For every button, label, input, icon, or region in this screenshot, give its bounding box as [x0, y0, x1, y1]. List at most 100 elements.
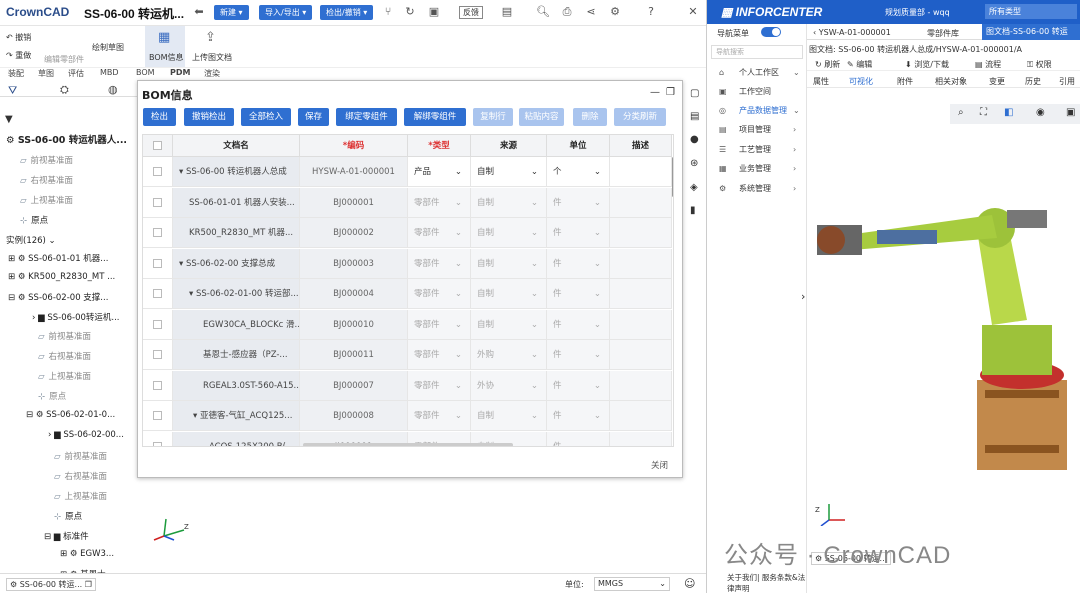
nav-workspace[interactable]: ▣ 工作空间 — [707, 83, 807, 101]
undo-button[interactable]: ↶ 撤销 — [6, 32, 31, 43]
eye-icon[interactable]: ◉ — [1036, 107, 1045, 118]
vertical-scrollbar[interactable] — [672, 157, 673, 197]
tree-top-plane-2[interactable]: ▱ 上视基准面 — [38, 370, 91, 382]
tab-render[interactable]: 渲染 — [204, 68, 220, 79]
book-icon[interactable]: ▮ — [690, 205, 696, 216]
tree-origin-2[interactable]: ⊹ 原点 — [38, 390, 66, 402]
3d-viewer[interactable]: ⌕ ⛶ ◧ ◉ ▣ Z — [807, 90, 1080, 580]
subtab-change[interactable]: 变更 — [989, 76, 1005, 87]
tree-item-3[interactable]: ⊟ ⚙ SS-06-02-00 支撑... — [8, 291, 108, 303]
sketch-button[interactable]: 绘制草图 — [92, 42, 124, 53]
zoom-icon[interactable]: 🔍︎ — [536, 5, 550, 19]
tab-evaluate[interactable]: 评估 — [68, 68, 84, 79]
close-button[interactable]: 关闭 — [651, 459, 668, 471]
nav-project[interactable]: ▤ 项目管理 › — [707, 121, 807, 139]
refresh-action[interactable]: ↻ 刷新 — [815, 59, 840, 70]
tree-front-plane[interactable]: ▱ 前视基准面 — [20, 154, 73, 166]
tab-part-library[interactable]: 零部件库 — [927, 28, 959, 39]
print-icon[interactable]: ⎙ — [560, 5, 574, 19]
undo-checkout-button[interactable]: 撤销检出 — [184, 108, 234, 126]
nav-personal[interactable]: ⌂ 个人工作区 ⌄ — [707, 64, 807, 82]
col-code-header[interactable]: *编码 — [300, 135, 408, 157]
edit-part-button[interactable]: 编辑零部件 — [44, 54, 84, 65]
tab-assembly[interactable]: 装配 — [8, 68, 24, 79]
subtab-history[interactable]: 历史 — [1025, 76, 1041, 87]
tree-root[interactable]: ⚙ SS-06-00 转运机器人... — [6, 132, 127, 146]
nav-product-data[interactable]: ◎ 产品数据管理 ⌄ — [707, 102, 807, 120]
tree-right-plane-3[interactable]: ▱ 右视基准面 — [54, 470, 107, 482]
horizontal-scrollbar[interactable] — [303, 443, 513, 446]
subtab-related[interactable]: 相关对象 — [935, 76, 967, 87]
tab-document[interactable]: 图文档-SS-06-00 转运 — [982, 24, 1080, 40]
restore-icon[interactable]: ❐ — [666, 87, 675, 98]
checkin-all-button[interactable]: 全部检入 — [241, 108, 291, 126]
document-tab[interactable]: ⚙ SS-06-00 转运... ❐ — [6, 578, 96, 591]
row-checkbox[interactable] — [143, 187, 173, 218]
users-icon[interactable]: ☺ — [684, 577, 695, 590]
row-checkbox[interactable] — [143, 309, 173, 340]
tree-item-egw[interactable]: ⊞ ⚙ EGW3... — [60, 549, 114, 559]
col-desc-header[interactable]: 描述 — [610, 135, 672, 157]
settings-icon[interactable]: ▣ — [1066, 107, 1075, 118]
unbind-part-button[interactable]: 解绑零组件 — [404, 108, 466, 126]
refresh-category-button[interactable]: 分类刷新 — [614, 108, 666, 126]
delete-button[interactable]: 删除 — [573, 108, 607, 126]
row-checkbox[interactable] — [143, 218, 173, 248]
tab-bom[interactable]: BOM — [136, 68, 155, 77]
feedback-button[interactable]: 反馈 — [459, 6, 483, 19]
subtab-visualization[interactable]: 可视化 — [849, 76, 873, 87]
nav-system[interactable]: ⚙ 系统管理 › — [707, 180, 807, 198]
nav-business[interactable]: ▦ 业务管理 › — [707, 160, 807, 178]
permission-action[interactable]: ⚿ 权限 — [1027, 59, 1052, 70]
row-checkbox[interactable] — [143, 279, 173, 309]
copy-row-button[interactable]: 复制行 — [473, 108, 513, 126]
row-checkbox[interactable] — [143, 248, 173, 279]
tree-item-4[interactable]: › ▆ SS-06-00转运机... — [32, 311, 120, 323]
tree-instances[interactable]: 实例(126) ⌄ — [6, 234, 56, 246]
row-checkbox[interactable] — [143, 431, 173, 446]
tree-origin-3[interactable]: ⊹ 原点 — [54, 510, 82, 522]
network-icon[interactable]: ⊛ — [690, 158, 698, 169]
tree-item-1[interactable]: ⊞ ⚙ SS-06-01-01 机器... — [8, 252, 108, 264]
subtab-attachments[interactable]: 附件 — [897, 76, 913, 87]
unit-select[interactable]: MMGS ⌄ — [594, 577, 670, 591]
tree-item-2[interactable]: ⊞ ⚙ KR500_R2830_MT ... — [8, 272, 115, 282]
col-unit-header[interactable]: 单位 — [547, 135, 610, 157]
nav-process[interactable]: ☰ 工艺管理 › — [707, 141, 807, 159]
row-checkbox[interactable] — [143, 157, 173, 187]
edit-action[interactable]: ✎ 编辑 — [847, 59, 872, 70]
branch-icon[interactable]: ⑂ — [381, 5, 395, 19]
checkout-dropdown[interactable]: 检出/撤销 ▾ — [320, 5, 374, 20]
tree-top-plane[interactable]: ▱ 上视基准面 — [20, 194, 73, 206]
tree-item-6[interactable]: › ▆ SS-06-02-00... — [48, 430, 124, 440]
save-icon[interactable]: ▣ — [427, 5, 441, 19]
subtab-properties[interactable]: 属性 — [813, 76, 829, 87]
row-checkbox[interactable] — [143, 370, 173, 401]
globe-icon[interactable]: ◍ — [108, 83, 118, 96]
fit-icon[interactable]: ⛶ — [980, 107, 987, 118]
document-icon[interactable]: ▤ — [690, 111, 699, 122]
new-dropdown[interactable]: 新建 ▾ — [214, 5, 249, 20]
layers-icon[interactable]: ◈ — [690, 182, 698, 193]
nav-search-input[interactable]: 导航搜索 — [711, 45, 803, 59]
col-type-header[interactable]: *类型 — [408, 135, 471, 157]
footer-links[interactable]: 关于我们| 服务条款&法律声明 — [727, 572, 806, 594]
filter-dropdown-icon[interactable]: ▼ — [5, 114, 13, 125]
gear-icon[interactable]: ⚙ — [608, 5, 622, 19]
close-icon[interactable]: ✕ — [686, 5, 700, 19]
tree-front-plane-3[interactable]: ▱ 前视基准面 — [54, 450, 107, 462]
select-all-header[interactable] — [143, 135, 173, 157]
back-arrow-icon[interactable]: ⬅ — [192, 5, 206, 19]
type-search[interactable]: 所有类型 — [985, 4, 1077, 19]
tree-right-plane-2[interactable]: ▱ 右视基准面 — [38, 350, 91, 362]
tab-pdm[interactable]: PDM — [170, 68, 190, 77]
checkout-button[interactable]: 检出 — [143, 108, 176, 126]
nav-toggle[interactable] — [761, 27, 781, 37]
tree-front-plane-2[interactable]: ▱ 前视基准面 — [38, 330, 91, 342]
help-icon[interactable]: ? — [644, 5, 658, 19]
cube-icon[interactable]: ◧ — [1004, 107, 1013, 118]
bom-info-button[interactable]: ▦ BOM信息 — [145, 26, 185, 67]
collapse-chevron-icon[interactable]: › — [801, 290, 805, 303]
row-checkbox[interactable] — [143, 401, 173, 431]
tab-item-code[interactable]: ‹ YSW-A-01-000001 — [813, 28, 891, 37]
